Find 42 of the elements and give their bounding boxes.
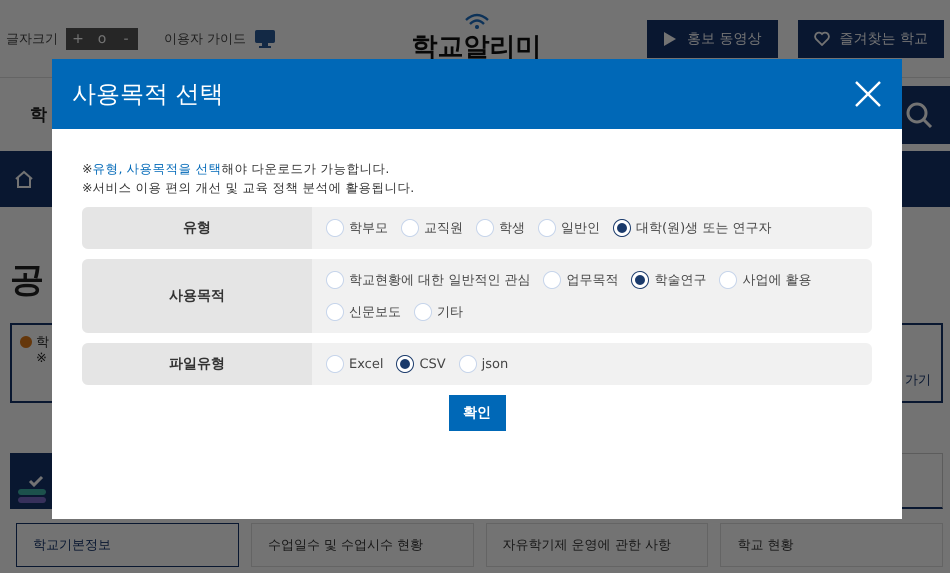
tab[interactable]: 학교 현황: [720, 523, 943, 567]
play-icon: [663, 30, 678, 46]
radio-option[interactable]: CSV: [396, 348, 446, 380]
radio-option[interactable]: 학생: [476, 212, 525, 244]
search-label: 학: [30, 104, 47, 126]
row-label: 사용목적: [82, 259, 312, 333]
radio-option[interactable]: Excel: [326, 348, 384, 380]
wifi-icon: [464, 13, 490, 29]
notice-text: ※서비스 이용 편의 개선 및 교육 정책 분석에 활용됩니다.: [82, 179, 416, 197]
notice-text: ※: [36, 351, 47, 366]
tab[interactable]: 수업일수 및 수업시수 현황: [250, 523, 474, 567]
row-label: 파일유형: [82, 343, 312, 385]
radio-option[interactable]: 일반인: [538, 212, 600, 244]
radio-option[interactable]: 업무목적: [543, 264, 618, 296]
search-icon: [905, 100, 933, 128]
radio-option[interactable]: 학술연구: [631, 264, 706, 296]
top-button[interactable]: 즐겨찾는 학교: [798, 20, 944, 58]
heart-icon: [814, 31, 830, 46]
notice-link[interactable]: 가기: [905, 371, 931, 389]
radio-option[interactable]: json: [458, 348, 508, 380]
tab[interactable]: 학교기본정보: [16, 523, 239, 567]
radio-option[interactable]: 대학(원)생 또는 연구자: [613, 212, 772, 244]
notice-text: ※유형, 사용목적을 선택해야 다운로드가 가능합니다.: [82, 160, 390, 178]
radio-option[interactable]: 신문보도: [326, 296, 401, 328]
radio-option[interactable]: 학부모: [326, 212, 388, 244]
question-icon: [20, 336, 32, 348]
confirm-button[interactable]: 확인: [448, 395, 506, 431]
font-size-label: 글자크기: [6, 30, 58, 48]
user-guide-link[interactable]: 이용자 가이드: [164, 30, 246, 48]
radio-option[interactable]: 기타: [414, 296, 463, 328]
page-title: 공: [10, 259, 44, 302]
notice-text: 학: [36, 334, 49, 351]
tab[interactable]: 자유학기제 운영에 관한 사항: [486, 523, 708, 567]
row-label: 유형: [82, 207, 312, 249]
close-button[interactable]: [854, 80, 882, 108]
home-icon[interactable]: [14, 170, 34, 188]
radio-option[interactable]: 학교현황에 대한 일반적인 관심: [326, 264, 530, 296]
top-button[interactable]: 홍보 동영상: [647, 20, 778, 58]
dialog-title: 사용목적 선택: [72, 79, 224, 110]
radio-option[interactable]: 교직원: [401, 212, 463, 244]
monitor-icon: [254, 28, 276, 48]
radio-option[interactable]: 사업에 활용: [719, 264, 812, 296]
